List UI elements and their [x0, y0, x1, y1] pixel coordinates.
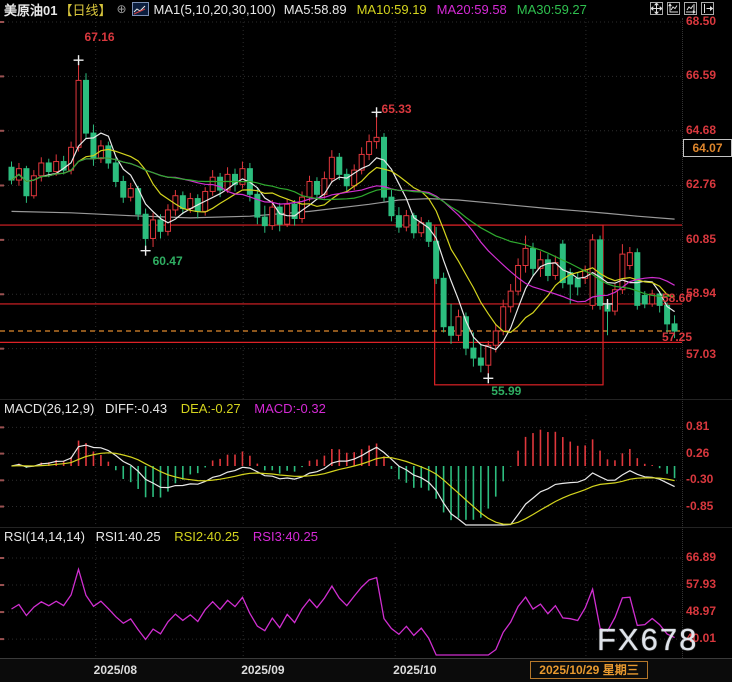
circle-plus-icon[interactable]: ⊕ [116, 2, 126, 16]
period-label[interactable]: 【日线】 [59, 0, 111, 19]
low-price-label: 55.99 [491, 384, 521, 398]
ma20-value: MA20:59.58 [437, 2, 507, 17]
axis-label: 66.89 [686, 550, 732, 564]
high-price-label: 67.16 [85, 30, 115, 44]
axis-label: 48.97 [686, 604, 732, 618]
axis-label: 57.03 [686, 347, 732, 361]
rsi3-value: RSI3:40.25 [253, 529, 318, 544]
macd-diff-value: DIFF:-0.43 [105, 401, 167, 416]
macd-dea-value: DEA:-0.27 [181, 401, 241, 416]
macd-title[interactable]: MACD(26,12,9) [4, 401, 94, 416]
chart-app: 美原油01 【日线】 ⊕ MA1(5,10,20,30,100) MA5:58.… [0, 0, 732, 682]
axis-label: -0.30 [686, 472, 732, 486]
rsi-title[interactable]: RSI(14,14,14) [4, 529, 85, 544]
chart-header: 美原油01 【日线】 ⊕ MA1(5,10,20,30,100) MA5:58.… [0, 0, 732, 18]
rsi1-value: RSI1:40.25 [96, 529, 161, 544]
ma5-value: MA5:58.89 [284, 2, 347, 17]
ma-group-label: MA1(5,10,20,30,100) [154, 2, 276, 17]
rsi2-value: RSI2:40.25 [174, 529, 239, 544]
macd-panel[interactable] [0, 415, 732, 527]
panel-divider [0, 399, 732, 400]
high-price-label: 65.33 [382, 102, 412, 116]
watermark: FX678 [597, 622, 698, 658]
move-icon[interactable] [650, 2, 663, 15]
time-axis-label: 2025/09 [241, 663, 284, 677]
symbol-name[interactable]: 美原油01 [4, 0, 57, 19]
time-axis-label: 2025/08 [94, 663, 137, 677]
time-axis-label: 2025/10 [393, 663, 436, 677]
current-date-box: 2025/10/29 星期三 [530, 661, 648, 679]
trendline-price-label: 58.60 [662, 291, 692, 305]
trendline-price-label: 57.25 [662, 330, 692, 344]
ma10-value: MA10:59.19 [357, 2, 427, 17]
axis-label: 58.94 [686, 286, 732, 300]
rsi-header: RSI(14,14,14) RSI1:40.25 RSI2:40.25 RSI3… [4, 529, 318, 543]
axis-label: 60.85 [686, 232, 732, 246]
time-axis[interactable]: 2025/08 2025/09 2025/10 2025/10/29 星期三 [0, 658, 732, 682]
axis-frame-left-icon[interactable] [667, 2, 680, 15]
low-price-label: 60.47 [153, 254, 183, 268]
ma30-value: MA30:59.27 [517, 2, 587, 17]
axis-label: 66.59 [686, 68, 732, 82]
axis-label: 0.26 [686, 446, 732, 460]
panel-divider [0, 527, 732, 528]
axis-label: 62.76 [686, 177, 732, 191]
axis-label: 68.50 [686, 14, 732, 28]
price-chart-panel[interactable] [0, 18, 732, 400]
macd-macd-value: MACD:-0.32 [254, 401, 326, 416]
axis-label: 0.81 [686, 419, 732, 433]
axis-label: 64.68 [686, 123, 732, 137]
macd-header: MACD(26,12,9) DIFF:-0.43 DEA:-0.27 MACD:… [4, 401, 326, 415]
mini-chart-icon[interactable] [132, 2, 149, 16]
axis-label: 57.93 [686, 577, 732, 591]
price-marker-box: 64.07 [683, 139, 732, 157]
axis-label: -0.85 [686, 499, 732, 513]
